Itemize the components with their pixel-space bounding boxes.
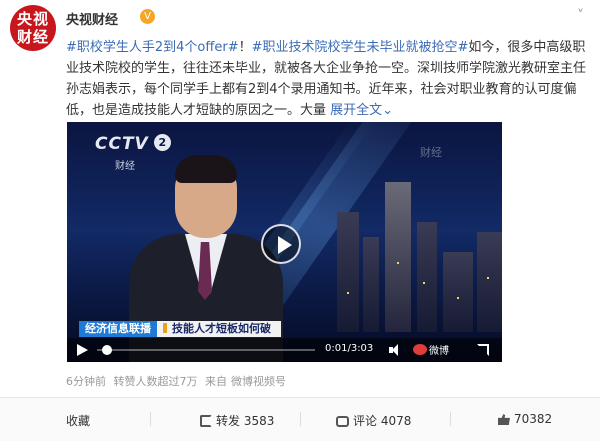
city-light [487, 277, 489, 279]
repost-summary: 转赞人数超过7万 [113, 375, 198, 388]
thumbs-up-icon [498, 414, 510, 425]
channel-name: CCTV [95, 134, 149, 154]
ticker-headline: 技能人才短板如何破 [157, 321, 281, 337]
play-button-icon[interactable] [261, 224, 301, 264]
username[interactable]: 央视财经 [66, 9, 118, 28]
video-player[interactable]: CCTV 2 财经 财经 经济信息联播 技能人才短板如何破 0:01/3:03 … [67, 122, 502, 362]
building [337, 212, 359, 332]
city-light [457, 297, 459, 299]
post-meta: 6分钟前 转赞人数超过7万 来自 微博视频号 [66, 373, 290, 389]
repost-label: 转发 [216, 414, 241, 428]
post-time: 6分钟前 [66, 375, 106, 388]
like-count: 70382 [514, 412, 553, 426]
avatar[interactable]: 央视 财经 [10, 5, 56, 51]
weibo-eye-icon [413, 344, 427, 355]
watermark-text: 财经 [420, 146, 442, 159]
expand-label: 展开全文 [330, 103, 383, 118]
city-light [347, 292, 349, 294]
source-link[interactable]: 微博视频号 [231, 375, 286, 388]
anchor-hair [175, 155, 237, 183]
ticker-program: 经济信息联播 [79, 321, 157, 337]
comment-label: 评论 [353, 414, 378, 428]
repost-button[interactable]: 转发 3583 [200, 412, 274, 429]
avatar-text-top: 央视 [16, 10, 49, 28]
action-bar: 收藏 转发 3583 评论 4078 70382 [0, 397, 600, 441]
building [477, 232, 502, 332]
weibo-label: 微博 [429, 346, 449, 357]
share-icon [200, 415, 212, 427]
divider [300, 412, 301, 426]
volume-icon[interactable] [389, 344, 401, 356]
building [363, 237, 379, 332]
news-ticker: 经济信息联播 技能人才短板如何破 [79, 321, 281, 337]
progress-bar[interactable] [97, 349, 315, 351]
post-punctuation: ！ [238, 40, 252, 55]
comment-button[interactable]: 评论 4078 [336, 412, 411, 429]
post-text: #职校学生人手2到4个offer#！#职业技术院校学生未毕业就被抢空#如今，很多… [66, 37, 588, 121]
favorite-button[interactable]: 收藏 [66, 412, 90, 429]
building [443, 252, 473, 332]
city-light [397, 262, 399, 264]
divider [450, 412, 451, 426]
comment-count: 4078 [380, 414, 412, 428]
chevron-down-icon: ⌄ [382, 103, 394, 118]
divider [150, 412, 151, 426]
video-controls: 0:01/3:03 微博 [67, 338, 502, 362]
favorite-label: 收藏 [66, 414, 91, 428]
progress-handle[interactable] [102, 345, 112, 355]
source-prefix: 来自 [205, 375, 227, 388]
repost-count: 3583 [243, 414, 275, 428]
fullscreen-icon[interactable] [477, 344, 489, 356]
hashtag-link[interactable]: #职业技术院校学生未毕业就被抢空# [252, 40, 469, 55]
avatar-text-bottom: 财经 [16, 28, 49, 46]
building [417, 222, 437, 332]
channel-logo: CCTV 2 财经 [95, 134, 171, 173]
comment-icon [336, 416, 349, 427]
building [385, 182, 411, 332]
verified-badge-icon: V [140, 9, 155, 24]
play-icon[interactable] [77, 344, 88, 356]
weibo-logo: 微博 [413, 342, 449, 357]
time-display: 0:01/3:03 [325, 343, 374, 354]
city-light [423, 282, 425, 284]
channel-number: 2 [153, 134, 171, 151]
like-button[interactable]: 70382 [498, 412, 552, 426]
channel-subtitle: 财经 [115, 161, 135, 172]
expand-full-text-link[interactable]: 展开全文⌄ [330, 103, 393, 118]
chevron-down-icon[interactable]: ˅ [577, 8, 584, 24]
hashtag-link[interactable]: #职校学生人手2到4个offer# [66, 40, 239, 55]
